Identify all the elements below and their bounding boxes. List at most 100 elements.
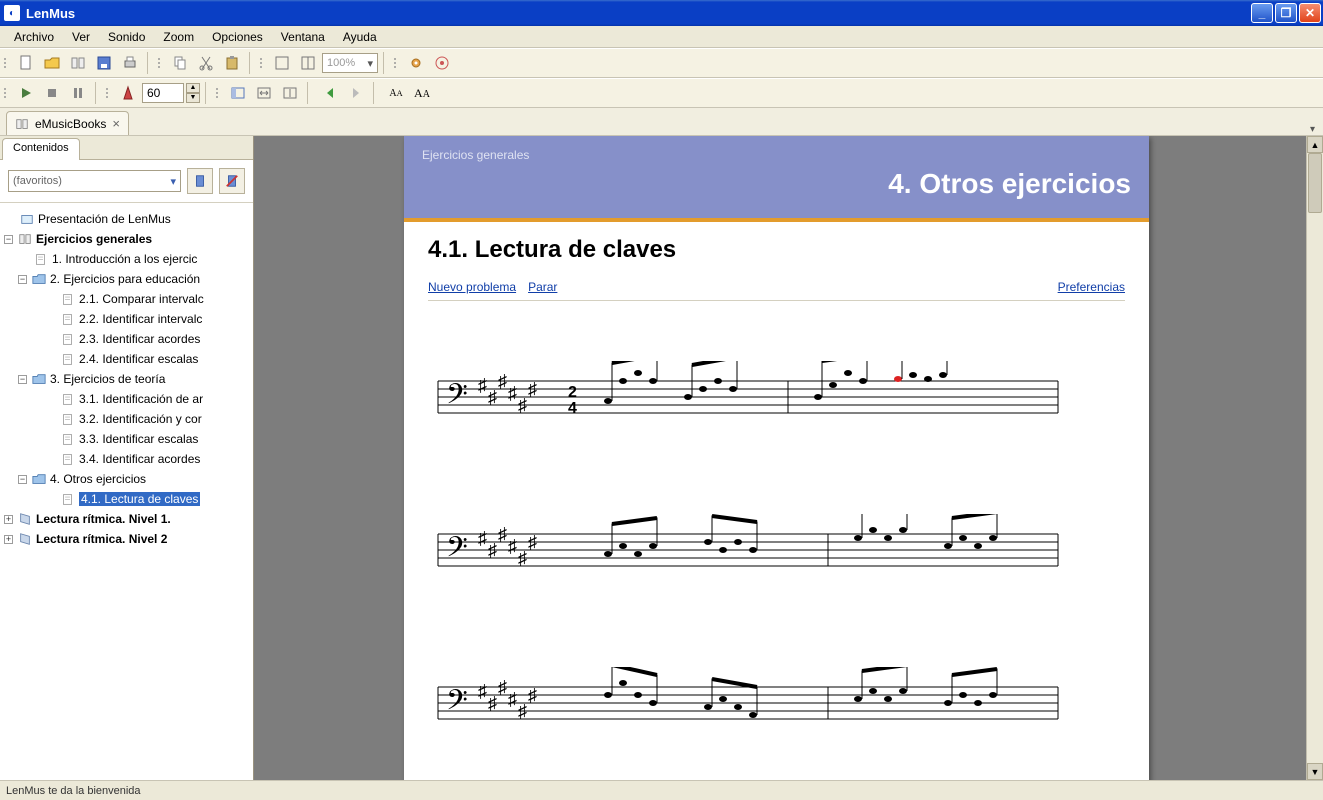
menu-opciones[interactable]: Opciones — [204, 28, 271, 46]
vertical-scrollbar[interactable]: ▲ ▼ — [1306, 136, 1323, 780]
expand-icon[interactable]: + — [4, 535, 13, 544]
content-tree: Presentación de LenMus − Ejercicios gene… — [0, 203, 253, 780]
tree-item-lectura-ritmica-2[interactable]: + Lectura rítmica. Nivel 2 — [4, 529, 249, 549]
page-icon — [60, 352, 75, 367]
cut-button[interactable] — [194, 51, 218, 75]
nav-back-button[interactable] — [318, 81, 342, 105]
tempo-spinner[interactable]: ▲▼ — [186, 83, 200, 103]
content-viewport[interactable]: Ejercicios generales 4. Otros ejercicios… — [254, 136, 1323, 780]
nav-forward-button[interactable] — [344, 81, 368, 105]
menu-ver[interactable]: Ver — [64, 28, 98, 46]
font-decrease-button[interactable]: AA — [384, 81, 408, 105]
collapse-icon[interactable]: − — [18, 475, 27, 484]
expand-icon[interactable]: + — [4, 515, 13, 524]
collapse-icon[interactable]: − — [18, 275, 27, 284]
link-parar[interactable]: Parar — [528, 280, 557, 294]
zoom-page-button[interactable] — [296, 51, 320, 75]
page-icon — [33, 252, 48, 267]
scroll-thumb[interactable] — [1308, 153, 1322, 213]
tree-item-1-intro[interactable]: 1. Introducción a los ejercic — [4, 249, 249, 269]
view-fit-height-button[interactable] — [278, 81, 302, 105]
tree-item-3-1[interactable]: 3.1. Identificación de ar — [4, 389, 249, 409]
book-icon — [15, 117, 29, 131]
link-preferencias[interactable]: Preferencias — [1058, 280, 1125, 294]
view-fit-width-button[interactable] — [252, 81, 276, 105]
tab-overflow-button[interactable]: ▾ — [1310, 124, 1315, 135]
svg-text:♯: ♯ — [518, 701, 527, 721]
remove-bookmark-button[interactable] — [219, 168, 245, 194]
svg-text:♯: ♯ — [498, 524, 507, 544]
minimize-button[interactable]: _ — [1251, 3, 1273, 23]
svg-text:𝄢: 𝄢 — [446, 533, 468, 570]
svg-text:♯: ♯ — [478, 375, 487, 395]
svg-text:♯: ♯ — [488, 540, 497, 560]
svg-text:♯: ♯ — [528, 685, 537, 705]
tree-item-4-1-lectura-claves[interactable]: 4.1. Lectura de claves — [4, 489, 249, 509]
tree-item-ejercicios-generales[interactable]: − Ejercicios generales — [4, 229, 249, 249]
paste-button[interactable] — [220, 51, 244, 75]
copy-button[interactable] — [168, 51, 192, 75]
scroll-down-button[interactable]: ▼ — [1307, 763, 1323, 780]
page-title: 4. Otros ejercicios — [422, 168, 1131, 200]
tree-item-presentacion[interactable]: Presentación de LenMus — [4, 209, 249, 229]
tree-item-2-educacion[interactable]: − 2. Ejercicios para educación — [4, 269, 249, 289]
tree-item-2-3[interactable]: 2.3. Identificar acordes — [4, 329, 249, 349]
tab-label: eMusicBooks — [35, 117, 106, 131]
settings-gear-button[interactable] — [404, 51, 428, 75]
tree-item-3-4[interactable]: 3.4. Identificar acordes — [4, 449, 249, 469]
view-single-button[interactable] — [226, 81, 250, 105]
page-icon — [60, 412, 75, 427]
tree-item-3-teoria[interactable]: − 3. Ejercicios de teoría — [4, 369, 249, 389]
folder-open-icon — [31, 472, 46, 487]
link-nuevo-problema[interactable]: Nuevo problema — [428, 280, 516, 294]
zoom-fit-button[interactable] — [270, 51, 294, 75]
svg-text:♯: ♯ — [528, 379, 537, 399]
music-staff-2: 𝄢 ♯♯♯♯♯♯ — [428, 514, 1068, 584]
tree-item-3-3[interactable]: 3.3. Identificar escalas — [4, 429, 249, 449]
maximize-button[interactable]: ❐ — [1275, 3, 1297, 23]
book-closed-icon — [17, 512, 32, 527]
tab-emusicbooks[interactable]: eMusicBooks × — [6, 111, 129, 135]
add-bookmark-button[interactable] — [187, 168, 213, 194]
tree-item-2-4[interactable]: 2.4. Identificar escalas — [4, 349, 249, 369]
collapse-icon[interactable]: − — [18, 375, 27, 384]
sidebar-tab-contenidos[interactable]: Contenidos — [2, 138, 80, 160]
menu-sonido[interactable]: Sonido — [100, 28, 153, 46]
page-icon — [60, 432, 75, 447]
tree-item-4-otros[interactable]: − 4. Otros ejercicios — [4, 469, 249, 489]
svg-text:♯: ♯ — [518, 548, 527, 568]
page-icon — [60, 392, 75, 407]
pause-button[interactable] — [66, 81, 90, 105]
help-button[interactable] — [430, 51, 454, 75]
home-icon — [19, 212, 34, 227]
font-increase-button[interactable]: AA — [410, 81, 434, 105]
open-book-button[interactable] — [66, 51, 90, 75]
scroll-up-button[interactable]: ▲ — [1307, 136, 1323, 153]
favorites-select[interactable]: (favoritos) — [8, 170, 181, 192]
tab-close-icon[interactable]: × — [112, 116, 120, 131]
tree-item-lectura-ritmica-1[interactable]: + Lectura rítmica. Nivel 1. — [4, 509, 249, 529]
stop-button[interactable] — [40, 81, 64, 105]
tree-item-3-2[interactable]: 3.2. Identificación y cor — [4, 409, 249, 429]
collapse-icon[interactable]: − — [4, 235, 13, 244]
open-file-button[interactable] — [40, 51, 64, 75]
tempo-input[interactable] — [142, 83, 184, 103]
tree-item-2-2[interactable]: 2.2. Identificar intervalc — [4, 309, 249, 329]
book-icon — [17, 232, 32, 247]
new-file-button[interactable] — [14, 51, 38, 75]
zoom-combo[interactable]: 100%▾ — [322, 53, 378, 73]
svg-text:2: 2 — [568, 384, 577, 401]
tree-item-2-1[interactable]: 2.1. Comparar intervalc — [4, 289, 249, 309]
print-button[interactable] — [118, 51, 142, 75]
menu-archivo[interactable]: Archivo — [6, 28, 62, 46]
save-button[interactable] — [92, 51, 116, 75]
page-icon — [60, 312, 75, 327]
svg-text:♯: ♯ — [478, 681, 487, 701]
menu-ventana[interactable]: Ventana — [273, 28, 333, 46]
metronome-icon[interactable] — [116, 81, 140, 105]
svg-text:♯: ♯ — [498, 677, 507, 697]
play-button[interactable] — [14, 81, 38, 105]
menu-ayuda[interactable]: Ayuda — [335, 28, 385, 46]
close-button[interactable]: ✕ — [1299, 3, 1321, 23]
menu-zoom[interactable]: Zoom — [155, 28, 202, 46]
